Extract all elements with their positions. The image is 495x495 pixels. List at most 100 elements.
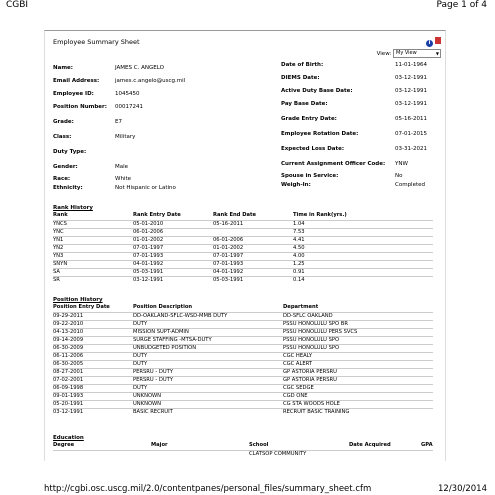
info-icon[interactable]: i <box>426 40 433 47</box>
info-value: 1045450 <box>115 91 140 97</box>
view-dropdown[interactable]: My View ▼ <box>393 49 441 58</box>
chevron-down-icon: ▼ <box>435 51 439 56</box>
table-cell: 0.91 <box>293 269 305 275</box>
table-row: SA 05-03-1991 04-01-1992 0.91 <box>53 268 433 276</box>
print-header: CGBI Page 1 of 4 <box>0 0 495 12</box>
table-cell: GP ASTORIA PERSRU <box>283 377 337 383</box>
info-value: 00017241 <box>115 104 143 110</box>
info-value: 03-12-1991 <box>395 75 427 81</box>
page-url: http://cgbi.osc.uscg.mil/2.0/contentpane… <box>44 484 372 494</box>
table-cell: YNC <box>53 229 64 235</box>
view-label: View: <box>376 51 392 57</box>
table-cell: 05-01-2010 <box>133 221 164 227</box>
pdf-icon[interactable] <box>435 37 441 44</box>
info-label: DIEMS Date: <box>281 75 320 81</box>
table-row: SNYN 04-01-1992 07-01-1993 1.25 <box>53 260 433 268</box>
table-cell: DUTY <box>133 385 148 391</box>
info-label: Email Address: <box>53 78 100 84</box>
table-cell: 05-03-1991 <box>133 269 164 275</box>
table-row: 09-01-1993 UNKNOWN CGD ONE <box>53 392 433 400</box>
info-value: No <box>395 173 403 179</box>
table-cell: 4.50 <box>293 245 305 251</box>
table-header: Position Entry Date <box>53 304 110 310</box>
table-cell: 08-27-2001 <box>53 369 84 375</box>
table-cell: 09-14-2009 <box>53 337 84 343</box>
table-row: 06-30-2009 UNBUDGETED POSITION PSSU HONOLU… <box>53 344 433 352</box>
info-value: james.c.angelo@uscg.mil <box>115 78 186 84</box>
table-cell: 09-01-1993 <box>53 393 84 399</box>
page-title: Employee Summary Sheet <box>53 38 140 46</box>
table-cell: MISSION SUPT-ADMIN <box>133 329 189 335</box>
info-value: 03-12-1991 <box>395 101 427 107</box>
table-cell: DUTY <box>133 361 148 367</box>
info-label: Duty Type: <box>53 149 87 155</box>
info-label: Race: <box>53 176 71 182</box>
table-header: Rank End Date <box>213 212 257 218</box>
table-cell: 04-01-1992 <box>133 261 164 267</box>
table-header: Time in Rank(yrs.) <box>293 212 347 218</box>
table-cell: 07-02-2001 <box>53 377 84 383</box>
table-cell: YN2 <box>53 245 64 251</box>
table-cell: CGC HEALY <box>283 353 313 359</box>
table-header: Date Acquired <box>349 442 391 448</box>
table-cell: PSSU HONOLULU SPO BR <box>283 321 348 327</box>
table-cell: CLATSOP COMMUNITY <box>249 451 307 457</box>
table-cell: 07-01-1993 <box>133 253 164 259</box>
table-cell: CGC ALERT <box>283 361 313 367</box>
table-cell: 06-30-2005 <box>53 361 84 367</box>
info-value: White <box>115 176 131 182</box>
print-date: 12/30/2014 <box>438 484 487 494</box>
table-cell: 06-01-2006 <box>133 229 164 235</box>
table-cell: UNKNOWN <box>133 401 162 407</box>
table-row: YNC 06-01-2006 7.53 <box>53 228 433 236</box>
table-row: 08-27-2001 PERSRU - DUTY GP ASTORIA PERSRU <box>53 368 433 376</box>
table-cell: UNBUDGETED POSITION <box>133 345 197 351</box>
table-cell: SA <box>53 269 60 275</box>
table-cell: PERSRU - DUTY <box>133 377 174 383</box>
app-name: CGBI <box>6 0 29 10</box>
info-label: Expected Loss Date: <box>281 146 345 152</box>
table-cell: PSSU HONOLULU SPO <box>283 337 340 343</box>
table-row: 05-20-1991 UNKNOWN CG STA WOODS HOLE <box>53 400 433 408</box>
table-row: SR 03-12-1991 05-03-1991 0.14 <box>53 276 433 284</box>
table-row: 06-11-2006 DUTY CGC HEALY <box>53 352 433 360</box>
table-row: YN1 01-01-2002 06-01-2006 4.41 <box>53 236 433 244</box>
table-cell: 03-12-1991 <box>133 277 164 283</box>
summary-sheet: Employee Summary Sheet i View: My View ▼ … <box>44 30 446 461</box>
table-row: YN3 07-01-1993 07-01-1997 4.00 <box>53 252 433 260</box>
table-cell: CG STA WOODS HOLE <box>283 401 340 407</box>
table-cell: PSSU HONOLULU PERS SVCS <box>283 329 358 335</box>
table-row: 07-02-2001 PERSRU - DUTY GP ASTORIA PERSRU <box>53 376 433 384</box>
info-value: YNW <box>395 161 408 167</box>
table-cell: GP ASTORIA PERSRU <box>283 369 337 375</box>
table-row: CLATSOP COMMUNITY <box>53 450 433 458</box>
table-row: YNCS 05-01-2010 05-16-2011 1.04 <box>53 220 433 228</box>
table-row: 06-30-2005 DUTY CGC ALERT <box>53 360 433 368</box>
table-cell: 06-11-2006 <box>53 353 84 359</box>
table-cell: 05-16-2011 <box>213 221 244 227</box>
info-value: 07-01-2015 <box>395 131 427 137</box>
toolbar-icons: i <box>426 37 441 47</box>
info-label: Spouse in Service: <box>281 173 339 179</box>
table-cell: 05-03-1991 <box>213 277 244 283</box>
table-cell: 09-22-2010 <box>53 321 84 327</box>
table-cell: 09-29-2011 <box>53 313 84 319</box>
table-row: 03-12-1991 BASIC RECRUIT RECRUIT BASIC TRA… <box>53 408 433 416</box>
info-label: Grade: <box>53 119 74 125</box>
table-cell: 04-13-2010 <box>53 329 84 335</box>
table-cell: 7.53 <box>293 229 305 235</box>
info-value: 03-31-2021 <box>395 146 427 152</box>
info-label: Position Number: <box>53 104 107 110</box>
info-label: Current Assignment Officer Code: <box>281 161 386 167</box>
table-cell: PERSRU - DUTY <box>133 369 174 375</box>
table-cell: SR <box>53 277 60 283</box>
table-cell: 1.25 <box>293 261 305 267</box>
table-header: Department <box>283 304 319 310</box>
rank-history-title: Rank History <box>53 205 93 211</box>
table-cell: 06-01-2006 <box>213 237 244 243</box>
table-header: Rank <box>53 212 68 218</box>
info-value: Male <box>115 164 129 170</box>
table-row: 09-22-2010 DUTY PSSU HONOLULU SPO BR <box>53 320 433 328</box>
info-value: Military <box>115 134 136 140</box>
table-cell: YNCS <box>53 221 67 227</box>
